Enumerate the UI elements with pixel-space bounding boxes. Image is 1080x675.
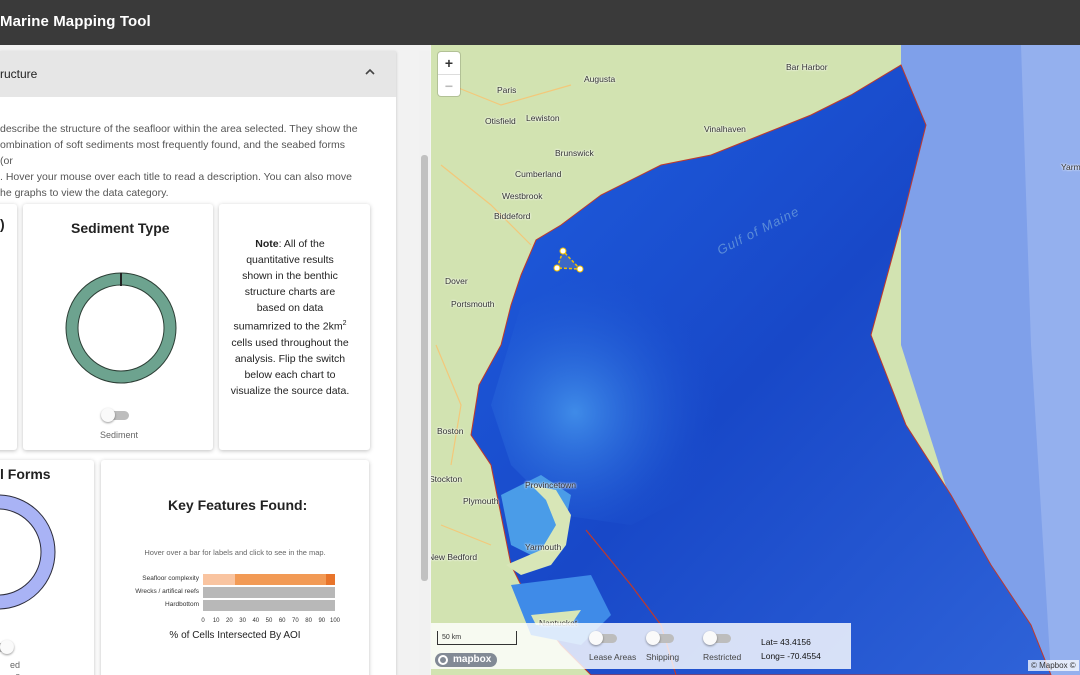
map-label-boston: Boston xyxy=(437,426,464,436)
restricted-label: Restricted xyxy=(703,652,742,662)
key-features-tick-label: 80 xyxy=(305,618,312,624)
map-label-bar-harbor: Bar Harbor xyxy=(786,62,828,72)
key-features-tick-label: 50 xyxy=(265,618,273,624)
map-label-cumberland: Cumberland xyxy=(515,169,562,179)
sediment-source-toggle[interactable] xyxy=(101,408,129,422)
zoom-control: + − xyxy=(438,52,460,96)
map-label-westbrook: Westbrook xyxy=(502,191,543,201)
map-label-plymouth: Plymouth xyxy=(463,496,499,506)
panel-scrollbar[interactable] xyxy=(419,51,430,675)
map-label-yarm: Yarm xyxy=(1061,162,1080,172)
key-features-tick-label: 60 xyxy=(278,618,286,624)
mapbox-logo[interactable]: mapbox xyxy=(435,653,498,667)
key-features-bar-row[interactable]: Seafloor complexity xyxy=(101,574,369,585)
key-features-bar-label: Hardbottom xyxy=(165,601,199,608)
key-features-tick-label: 100 xyxy=(329,618,341,624)
key-features-tick-label: 10 xyxy=(212,618,220,624)
latitude-readout: Lat= 43.4156 xyxy=(761,637,811,647)
lease-areas-toggle[interactable] xyxy=(589,631,617,645)
map-view[interactable]: + − Augusta Paris Lewiston Otisfield Bru… xyxy=(431,45,1080,675)
longitude-readout: Long= -70.4554 xyxy=(761,651,821,661)
sediment-toggle-label: Sediment xyxy=(99,430,139,440)
key-features-tick-label: 20 xyxy=(226,618,233,624)
map-controls-bar: 50 km mapbox Lease Areas Shipping Restri… xyxy=(431,623,851,669)
key-features-bar-label: Seafloor complexity xyxy=(142,575,199,582)
app-title: Marine Mapping Tool xyxy=(0,13,151,30)
key-features-tick-label: 70 xyxy=(292,618,299,624)
key-features-axis-label: % of Cells Intersected By AOI xyxy=(169,630,301,641)
note-text: Note: All of the quantitative results sh… xyxy=(230,238,350,397)
zoom-out-button[interactable]: − xyxy=(438,74,460,96)
key-features-bar-label: Wrecks / artifical reefs xyxy=(135,588,199,595)
key-features-bar-segment[interactable] xyxy=(325,574,335,585)
seabed-forms-donut-chart[interactable] xyxy=(0,494,56,610)
restricted-toggle[interactable] xyxy=(703,631,731,645)
map-label-provincetown: Provincetown xyxy=(525,480,577,490)
key-features-tick-label: 40 xyxy=(252,618,260,624)
key-features-tick-label: 30 xyxy=(239,618,246,624)
side-panel: ructure describe the structure of the se… xyxy=(0,45,430,675)
shipping-label: Shipping xyxy=(646,652,680,662)
chevron-up-icon[interactable] xyxy=(363,65,377,79)
shipping-toggle[interactable] xyxy=(646,631,674,645)
map-label-new-bedford: New Bedford xyxy=(431,552,478,562)
app-header: Marine Mapping Tool xyxy=(0,0,1080,45)
coordinate-readout: Lat= 43.4156 Long= -70.4554 xyxy=(761,635,821,663)
seabed-forms-toggle-label-1: ed xyxy=(9,660,20,670)
key-features-hint: Hover over a bar for labels and click to… xyxy=(144,548,326,557)
map-label-paris: Paris xyxy=(497,85,517,95)
seabed-forms-source-toggle[interactable] xyxy=(0,640,14,654)
key-features-card: Key Features Found: Hover over a bar for… xyxy=(101,460,369,675)
sediment-type-card: Sediment Type Sediment xyxy=(23,204,213,450)
map-label-dover: Dover xyxy=(445,276,468,286)
seabed-forms-title[interactable]: l Forms xyxy=(0,466,51,482)
map-label-yarmouth: Yarmouth xyxy=(525,542,562,552)
map-label-biddeford: Biddeford xyxy=(494,211,531,221)
key-features-tick-label: 90 xyxy=(318,618,326,624)
key-features-bar-row[interactable]: Hardbottom xyxy=(101,600,369,611)
key-features-bar-segment[interactable] xyxy=(203,574,235,585)
zoom-in-button[interactable]: + xyxy=(438,52,460,74)
key-features-bar-segment[interactable] xyxy=(203,587,335,598)
map-label-lewiston: Lewiston xyxy=(526,113,560,123)
intro-text: describe the structure of the seafloor w… xyxy=(0,123,358,199)
map-label-vinalhaven: Vinalhaven xyxy=(704,124,746,134)
map-label-augusta: Augusta xyxy=(584,74,616,84)
map-label-stockton: Stockton xyxy=(431,474,463,484)
seabed-forms-toggle-label-2: s xyxy=(0,671,21,675)
key-features-bar-segment[interactable] xyxy=(203,600,335,611)
map-canvas[interactable] xyxy=(431,45,1080,675)
benthic-structure-accordion: ructure describe the structure of the se… xyxy=(0,51,396,675)
seabed-forms-card: l Forms ed s xyxy=(0,460,94,675)
sediment-type-title[interactable]: Sediment Type xyxy=(71,220,170,236)
key-features-bar-row[interactable]: Wrecks / artifical reefs xyxy=(101,587,369,598)
sediment-donut-chart[interactable] xyxy=(65,272,177,384)
map-label-portsmouth: Portsmouth xyxy=(451,299,495,309)
grain-size-card: ) xyxy=(0,204,17,450)
key-features-bar-segment[interactable] xyxy=(234,574,326,585)
map-label-otisfield: Otisfield xyxy=(485,116,516,126)
key-features-x-axis: 0 10 20 30 40 50 60 70 80 90 100 xyxy=(201,618,341,626)
grain-size-title: ) xyxy=(0,216,5,232)
mapbox-icon xyxy=(438,655,448,665)
lease-areas-label: Lease Areas xyxy=(589,652,637,662)
key-features-tick-label: 0 xyxy=(201,618,205,624)
accordion-header[interactable]: ructure xyxy=(0,51,396,97)
key-features-title[interactable]: Key Features Found: xyxy=(168,497,307,513)
scale-bar: 50 km xyxy=(437,631,517,645)
scrollbar-thumb[interactable] xyxy=(421,155,428,581)
map-label-brunswick: Brunswick xyxy=(555,148,594,158)
map-attribution[interactable]: © Mapbox © xyxy=(1028,660,1079,671)
accordion-title: ructure xyxy=(0,67,38,81)
